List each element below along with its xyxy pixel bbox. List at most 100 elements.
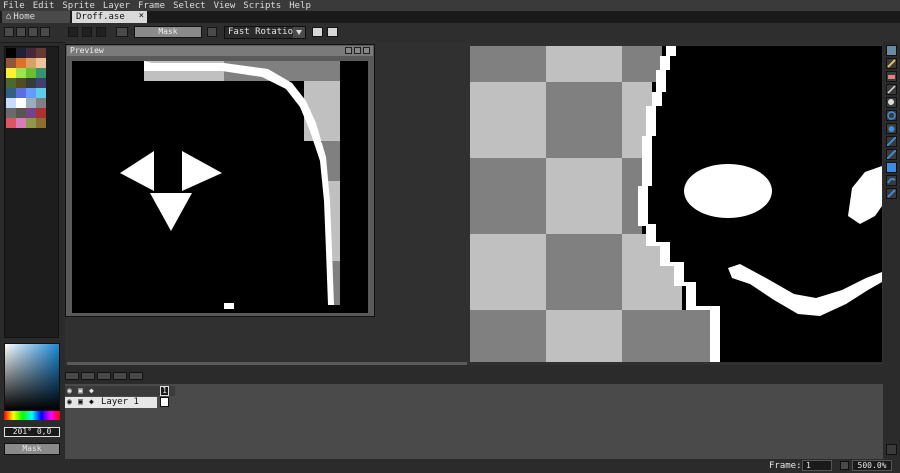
menu-select[interactable]: Select xyxy=(173,1,206,11)
palette-swatch[interactable] xyxy=(26,68,36,78)
visibility-header-icon[interactable]: ◉ xyxy=(67,386,72,395)
eraser-icon[interactable] xyxy=(886,71,897,82)
selection-mode-add-button[interactable] xyxy=(82,27,92,37)
sprite-canvas[interactable] xyxy=(470,46,882,362)
menu-view[interactable]: View xyxy=(214,1,236,11)
pencil-icon[interactable] xyxy=(886,58,897,69)
move-icon[interactable] xyxy=(886,110,897,121)
palette-swatch[interactable] xyxy=(6,98,16,108)
preview-title-bar[interactable]: Preview xyxy=(67,46,373,56)
palette-swatch[interactable] xyxy=(26,88,36,98)
palette-swatch[interactable] xyxy=(6,108,16,118)
palette-swatch[interactable] xyxy=(36,78,46,88)
palette-swatch[interactable] xyxy=(6,68,16,78)
menu-file[interactable]: File xyxy=(3,1,25,11)
palette-swatch[interactable] xyxy=(16,118,26,128)
rotation-algorithm-select[interactable]: Fast Rotation xyxy=(224,26,306,39)
palette-swatch[interactable] xyxy=(16,68,26,78)
palette-swatch[interactable] xyxy=(26,78,36,88)
hue-slider[interactable] xyxy=(4,411,60,420)
palette-swatch[interactable] xyxy=(36,118,46,128)
zoom-icon[interactable] xyxy=(886,97,897,108)
gradient-icon[interactable] xyxy=(886,136,897,147)
contour-icon[interactable] xyxy=(886,175,897,186)
mask-color-button[interactable]: Mask xyxy=(134,26,202,38)
pivot-icon[interactable] xyxy=(207,27,217,37)
palette-swatch[interactable] xyxy=(6,118,16,128)
palette-swatch[interactable] xyxy=(16,58,26,68)
mask-color-swatch[interactable]: Mask xyxy=(4,443,60,455)
menu-help[interactable]: Help xyxy=(289,1,311,11)
palette-swatch[interactable] xyxy=(16,88,26,98)
first-frame-button[interactable] xyxy=(65,372,79,380)
zoom-field[interactable]: 500.0% xyxy=(852,460,892,471)
palette-swatch[interactable] xyxy=(6,88,16,98)
palette-swatch[interactable] xyxy=(26,58,36,68)
frame-header[interactable]: 1 xyxy=(160,386,169,396)
palette-swatch[interactable] xyxy=(36,48,46,58)
palette-swatch[interactable] xyxy=(36,58,46,68)
preview-maximize-button[interactable] xyxy=(354,47,361,54)
menu-frame[interactable]: Frame xyxy=(138,1,165,11)
lock-icon[interactable]: ▣ xyxy=(78,397,83,406)
continuous-icon[interactable]: ◆ xyxy=(89,397,94,406)
blur-icon[interactable] xyxy=(886,188,897,199)
menu-layer[interactable]: Layer xyxy=(103,1,130,11)
palette-swatch[interactable] xyxy=(6,48,16,58)
play-button[interactable] xyxy=(97,372,111,380)
palette-swatch[interactable] xyxy=(16,78,26,88)
palette-swatch[interactable] xyxy=(16,108,26,118)
line-icon[interactable] xyxy=(886,149,897,160)
brush-type-circle-button[interactable] xyxy=(4,27,14,37)
palette-swatch[interactable] xyxy=(26,108,36,118)
menu-scripts[interactable]: Scripts xyxy=(243,1,281,11)
palette-swatch[interactable] xyxy=(6,58,16,68)
tool-config-icon[interactable] xyxy=(886,444,897,455)
palette-swatch[interactable] xyxy=(26,48,36,58)
drop-pixels-button[interactable] xyxy=(312,27,323,37)
brush-type-square-button[interactable] xyxy=(28,27,38,37)
frame-field[interactable]: 1 xyxy=(802,460,832,471)
chevron-down-icon[interactable] xyxy=(293,27,305,38)
preview-window[interactable]: Preview xyxy=(65,44,375,317)
lock-header-icon[interactable]: ▣ xyxy=(78,386,83,395)
cancel-transform-button[interactable] xyxy=(327,27,338,37)
palette-swatch[interactable] xyxy=(16,48,26,58)
continuous-header-icon[interactable]: ◆ xyxy=(89,386,94,395)
next-frame-button[interactable] xyxy=(113,372,127,380)
palette-swatch[interactable] xyxy=(26,98,36,108)
horizontal-scrollbar[interactable] xyxy=(67,362,467,365)
rectangular-marquee-icon[interactable] xyxy=(886,45,897,56)
palette-swatch[interactable] xyxy=(26,118,36,128)
paint-bucket-icon[interactable] xyxy=(886,123,897,134)
color-spectrum[interactable] xyxy=(4,343,60,411)
rectangle-icon[interactable] xyxy=(886,162,897,173)
brush-type-plus-button[interactable] xyxy=(16,27,26,37)
zoom-icon-status[interactable] xyxy=(840,461,849,470)
eye-icon[interactable]: ◉ xyxy=(67,397,72,406)
cel[interactable] xyxy=(160,397,169,407)
menu-sprite[interactable]: Sprite xyxy=(62,1,95,11)
palette-swatch[interactable] xyxy=(16,98,26,108)
preview-pin-button[interactable] xyxy=(345,47,352,54)
palette-swatch[interactable] xyxy=(36,98,46,108)
palette-swatch[interactable] xyxy=(36,68,46,78)
palette-swatch[interactable] xyxy=(36,88,46,98)
selection-mode-subtract-button[interactable] xyxy=(96,27,106,37)
color-value-field[interactable]: 201° 0,0 xyxy=(4,427,60,437)
palette-swatch[interactable] xyxy=(6,78,16,88)
close-tab-button[interactable]: × xyxy=(139,11,144,21)
menu-edit[interactable]: Edit xyxy=(33,1,55,11)
timeline: ◉ ▣ ◆ 1 ◉ ▣ ◆ Layer 1 xyxy=(65,384,883,459)
transparent-color-button[interactable] xyxy=(116,27,128,37)
tab-file[interactable]: Droff.ase × xyxy=(72,11,147,23)
layer-row[interactable]: ◉ ▣ ◆ Layer 1 xyxy=(65,397,157,408)
last-frame-button[interactable] xyxy=(129,372,143,380)
palette-swatch[interactable] xyxy=(36,108,46,118)
preview-close-button[interactable] xyxy=(363,47,370,54)
selection-mode-replace-button[interactable] xyxy=(68,27,78,37)
brush-type-custom-button[interactable] xyxy=(40,27,50,37)
eyedropper-icon[interactable] xyxy=(886,84,897,95)
previous-frame-button[interactable] xyxy=(81,372,95,380)
tab-home[interactable]: ⌂ Home xyxy=(2,11,70,23)
